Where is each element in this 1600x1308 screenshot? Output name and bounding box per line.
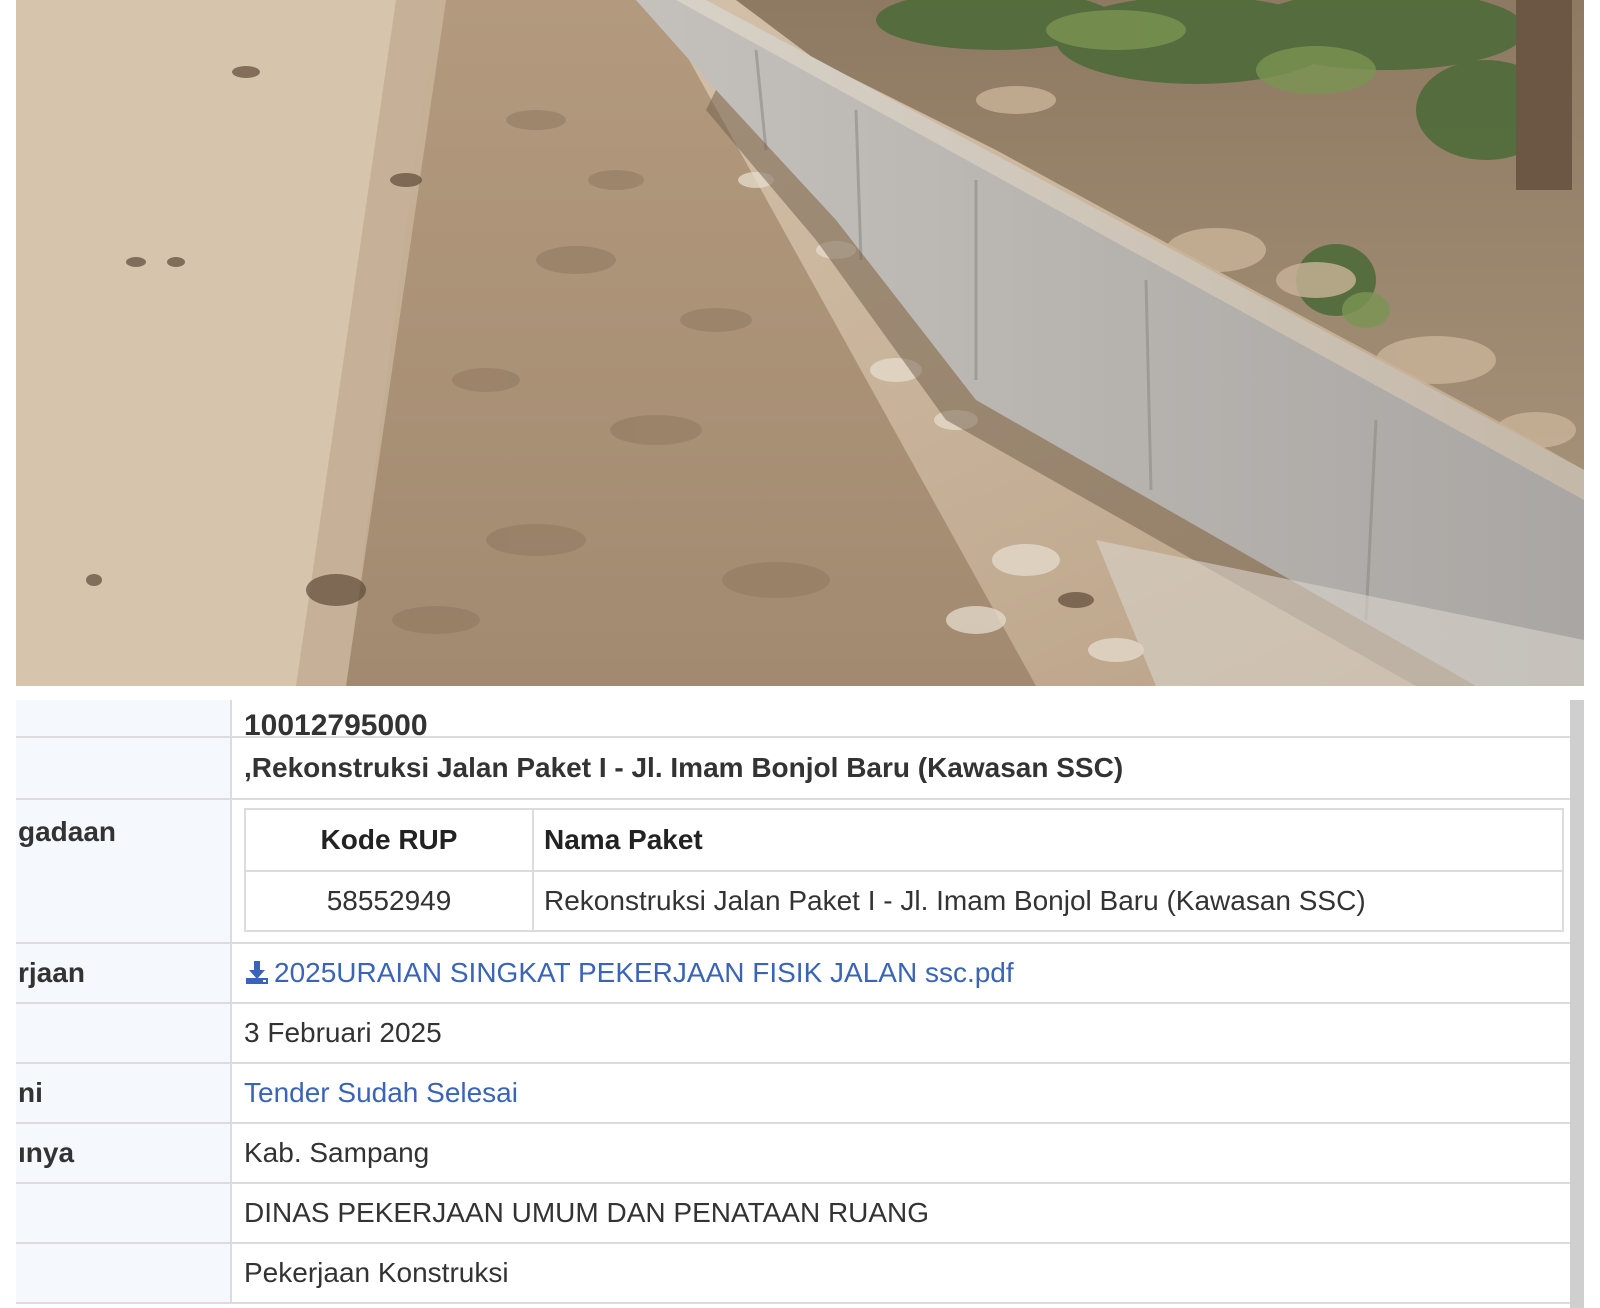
table-row: DINAS PEKERJAAN UMUM DAN PENATAAN RUANG: [16, 1183, 1570, 1244]
partial-value: 10012795000: [231, 700, 1570, 738]
table-row: 3 Februari 2025: [16, 1003, 1570, 1064]
row-label: ınya: [16, 1123, 232, 1184]
table-row: 10012795000: [16, 700, 1570, 738]
photo-illustration: [16, 0, 1584, 686]
table-row: ınya Kab. Sampang: [16, 1123, 1570, 1184]
tender-detail-panel: 10012795000 ,Rekonstruksi Jalan Paket I …: [16, 700, 1584, 1308]
rup-header-row: Kode RUP Nama Paket: [244, 808, 1564, 872]
vertical-scrollbar[interactable]: [1570, 700, 1584, 1308]
table-row: ni Tender Sudah Selesai: [16, 1063, 1570, 1124]
row-label: rjaan: [16, 943, 232, 1004]
uraian-cell: 2025URAIAN SINGKAT PEKERJAAN FISIK JALAN…: [231, 943, 1570, 1004]
table-row: ,Rekonstruksi Jalan Paket I - Jl. Imam B…: [16, 737, 1570, 800]
tender-status-link[interactable]: Tender Sudah Selesai: [244, 1077, 518, 1108]
table-row: gadaan Kode RUP Nama Paket 58552949 Reko…: [16, 799, 1570, 944]
column-header: Kode RUP: [244, 808, 534, 872]
row-label: [16, 737, 232, 800]
table-row: Pekerjaan Konstruksi: [16, 1243, 1570, 1304]
rup-cell: Kode RUP Nama Paket 58552949 Rekonstruks…: [231, 799, 1570, 944]
row-label: [16, 1003, 232, 1064]
uraian-file-name: 2025URAIAN SINGKAT PEKERJAAN FISIK JALAN…: [274, 957, 1014, 988]
row-label: ni: [16, 1063, 232, 1124]
uraian-file-link[interactable]: 2025URAIAN SINGKAT PEKERJAAN FISIK JALAN…: [244, 957, 1014, 988]
status-cell: Tender Sudah Selesai: [231, 1063, 1570, 1124]
row-label: [16, 700, 232, 738]
road-construction-photo: [16, 0, 1584, 686]
table-row: 58552949 Rekonstruksi Jalan Paket I - Jl…: [244, 870, 1564, 932]
column-header: Nama Paket: [532, 808, 1564, 872]
row-label: gadaan: [16, 799, 232, 944]
screenshot-frame: 10012795000 ,Rekonstruksi Jalan Paket I …: [0, 0, 1600, 1308]
row-label: [16, 1183, 232, 1244]
instansi-value: Kab. Sampang: [231, 1123, 1570, 1184]
date-value: 3 Februari 2025: [231, 1003, 1570, 1064]
download-icon: [246, 961, 268, 984]
kode-rup-cell: 58552949: [244, 870, 534, 932]
kategori-value: Pekerjaan Konstruksi: [231, 1243, 1570, 1304]
satker-value: DINAS PEKERJAAN UMUM DAN PENATAAN RUANG: [231, 1183, 1570, 1244]
tender-detail-table: 10012795000 ,Rekonstruksi Jalan Paket I …: [16, 700, 1570, 1304]
rup-table: Kode RUP Nama Paket 58552949 Rekonstruks…: [244, 808, 1564, 932]
nama-paket-cell: Rekonstruksi Jalan Paket I - Jl. Imam Bo…: [532, 870, 1564, 932]
nama-tender-value: ,Rekonstruksi Jalan Paket I - Jl. Imam B…: [231, 737, 1570, 800]
table-row: rjaan 2025URAIAN SINGKAT PEKERJAAN FISIK…: [16, 943, 1570, 1004]
row-label: [16, 1243, 232, 1304]
